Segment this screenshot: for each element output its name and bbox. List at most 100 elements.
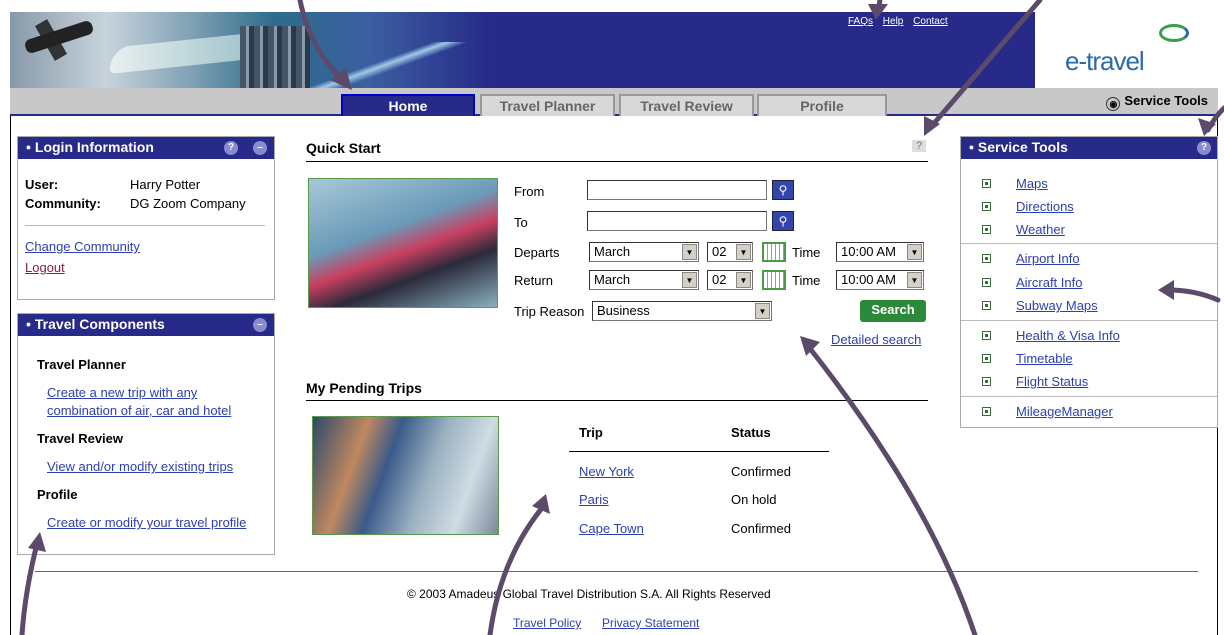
bullet-icon	[982, 301, 991, 310]
search-button[interactable]: Search	[860, 300, 926, 322]
weather-link[interactable]: Weather	[1016, 222, 1065, 237]
chevron-down-icon: ▼	[907, 272, 922, 288]
divider	[961, 396, 1217, 397]
service-panel-title: Service Tools	[977, 139, 1068, 155]
table-header-rule	[569, 451, 829, 452]
tab-travel-planner[interactable]: Travel Planner	[480, 94, 615, 116]
airport-photo	[312, 416, 499, 535]
departs-label: Departs	[514, 245, 560, 260]
user-value: Harry Potter	[130, 177, 201, 192]
planner-heading: Travel Planner	[37, 357, 126, 372]
return-month-select[interactable]: March ▼	[589, 270, 699, 290]
health-visa-link[interactable]: Health & Visa Info	[1016, 328, 1120, 343]
search-location-icon[interactable]: ⚲	[772, 211, 794, 231]
trip-reason-select[interactable]: Business ▼	[592, 301, 772, 321]
top-links: FAQs Help Contact	[848, 16, 955, 27]
chevron-down-icon: ▼	[682, 272, 697, 288]
depart-month-select[interactable]: March ▼	[589, 242, 699, 262]
bullet-icon	[982, 202, 991, 211]
status-column-header: Status	[731, 425, 771, 440]
return-time-value: 10:00 AM	[841, 272, 896, 287]
depart-day-value: 02	[712, 244, 727, 259]
directions-link[interactable]: Directions	[1016, 199, 1074, 214]
review-heading: Travel Review	[37, 431, 123, 446]
community-value: DG Zoom Company	[130, 196, 246, 211]
chevron-down-icon: ▼	[682, 244, 697, 260]
return-day-select[interactable]: 02 ▼	[707, 270, 753, 290]
aircraft-info-link[interactable]: Aircraft Info	[1016, 275, 1082, 290]
copyright-text: © 2003 Amadeus Global Travel Distributio…	[407, 587, 771, 601]
to-input[interactable]	[587, 211, 767, 231]
help-icon[interactable]: ?	[1197, 141, 1211, 155]
login-panel-title: Login Information	[34, 139, 154, 155]
mileage-manager-link[interactable]: MileageManager	[1016, 404, 1113, 419]
depart-day-select[interactable]: 02 ▼	[707, 242, 753, 262]
trip-reason-value: Business	[597, 303, 650, 318]
create-trip-link[interactable]: Create a new trip with any	[47, 385, 197, 400]
login-panel: • Login Information ? – User: Harry Potte…	[17, 136, 275, 300]
create-trip-link-cont[interactable]: combination of air, car and hotel	[47, 403, 231, 418]
travel-policy-link[interactable]: Travel Policy	[513, 616, 581, 630]
bullet-icon	[982, 354, 991, 363]
help-icon[interactable]: ?	[912, 140, 926, 152]
logout-link[interactable]: Logout	[25, 260, 65, 275]
bullet-icon	[982, 377, 991, 386]
header: FAQs Help Contact e-travel	[10, 12, 1218, 88]
trip-link[interactable]: New York	[579, 464, 634, 479]
depart-time-select[interactable]: 10:00 AM ▼	[836, 242, 924, 262]
trip-link[interactable]: Cape Town	[579, 521, 644, 536]
trip-link[interactable]: Paris	[579, 492, 609, 507]
faqs-link[interactable]: FAQs	[848, 16, 873, 27]
pending-trips-rule	[306, 400, 928, 401]
compass-icon: ◉	[1106, 97, 1121, 111]
chevron-down-icon: ▼	[736, 244, 751, 260]
detailed-search-link[interactable]: Detailed search	[831, 332, 921, 347]
view-trips-link[interactable]: View and/or modify existing trips	[47, 459, 233, 474]
logo-text: e-travel	[1065, 46, 1145, 76]
return-label: Return	[514, 273, 554, 288]
from-input[interactable]	[587, 180, 767, 200]
chevron-down-icon: ▼	[736, 272, 751, 288]
quick-start-rule	[306, 161, 928, 162]
profile-heading: Profile	[37, 487, 78, 502]
service-tools-label: Service Tools	[1124, 93, 1208, 108]
maps-link[interactable]: Maps	[1016, 176, 1048, 191]
privacy-statement-link[interactable]: Privacy Statement	[602, 616, 699, 630]
airport-info-link[interactable]: Airport Info	[1016, 251, 1080, 266]
quick-start-title: Quick Start	[306, 140, 381, 156]
trip-status: Confirmed	[731, 464, 791, 479]
calendar-icon[interactable]	[762, 242, 786, 262]
from-label: From	[514, 184, 545, 199]
trip-status: Confirmed	[731, 521, 791, 536]
profile-link[interactable]: Create or modify your travel profile	[47, 515, 246, 530]
return-month-value: March	[594, 272, 631, 287]
trip-reason-label: Trip Reason	[514, 304, 585, 319]
service-tools-panel: • Service Tools ? Maps Directions Weather…	[960, 136, 1218, 428]
chevron-down-icon: ▼	[755, 303, 770, 319]
service-tools-link[interactable]: ◉ Service Tools	[1106, 93, 1208, 111]
subway-maps-link[interactable]: Subway Maps	[1016, 298, 1098, 313]
community-label: Community:	[25, 196, 101, 211]
flight-status-link[interactable]: Flight Status	[1016, 374, 1088, 389]
time-label: Time	[792, 273, 821, 288]
train-image	[110, 32, 260, 74]
depart-time-value: 10:00 AM	[841, 244, 896, 259]
tab-travel-review[interactable]: Travel Review	[619, 94, 754, 116]
bullet-icon	[982, 331, 991, 340]
divider	[961, 320, 1217, 321]
help-icon[interactable]: ?	[224, 141, 238, 155]
bullet-icon	[982, 225, 991, 234]
tab-profile[interactable]: Profile	[757, 94, 887, 116]
timetable-link[interactable]: Timetable	[1016, 351, 1073, 366]
calendar-icon[interactable]	[762, 270, 786, 290]
search-location-icon[interactable]: ⚲	[772, 180, 794, 200]
trip-column-header: Trip	[579, 425, 603, 440]
collapse-icon[interactable]: –	[253, 318, 267, 332]
return-time-select[interactable]: 10:00 AM ▼	[836, 270, 924, 290]
contact-link[interactable]: Contact	[913, 16, 947, 27]
footer-rule	[35, 571, 1198, 572]
help-link[interactable]: Help	[883, 16, 904, 27]
change-community-link[interactable]: Change Community	[25, 239, 140, 254]
tab-home[interactable]: Home	[341, 94, 475, 116]
collapse-icon[interactable]: –	[253, 141, 267, 155]
